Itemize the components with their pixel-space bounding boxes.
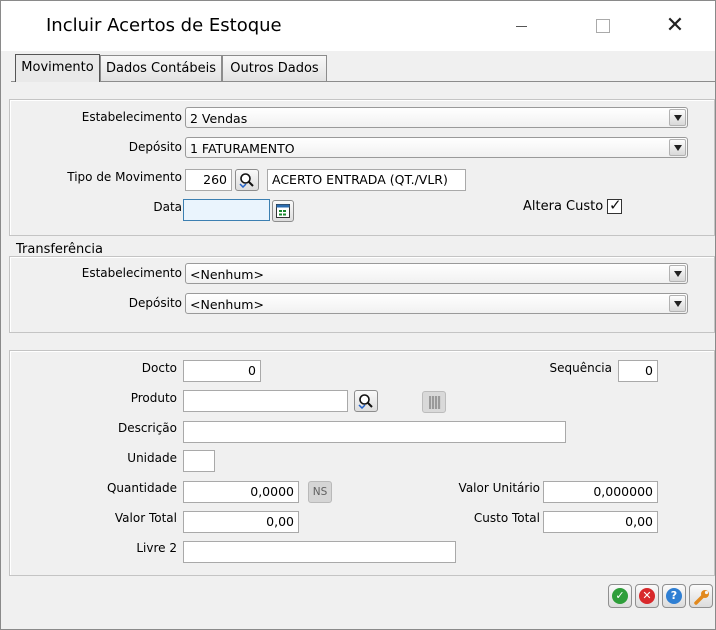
transferencia-deposito-select[interactable]: <Nenhum> [185, 293, 688, 314]
tools-button[interactable] [689, 584, 713, 608]
valor-total-input[interactable]: 0,00 [183, 511, 299, 533]
chevron-down-icon[interactable] [669, 139, 686, 156]
altera-custo-checkbox[interactable]: ✓ [607, 196, 622, 214]
descricao-input[interactable] [183, 421, 566, 443]
tipo-movimento-search-button[interactable] [235, 169, 259, 191]
window-title: Incluir Acertos de Estoque [46, 15, 282, 36]
cancel-icon: ✕ [639, 588, 655, 604]
livre2-input[interactable] [183, 541, 456, 563]
docto-input[interactable]: 0 [183, 360, 261, 382]
transferencia-estabelecimento-label: Estabelecimento [81, 266, 182, 280]
ok-button[interactable]: ✓ [608, 584, 632, 608]
valor-total-label: Valor Total [114, 511, 177, 525]
tab-movimento[interactable]: Movimento [15, 54, 100, 82]
close-button[interactable]: ✕ [655, 11, 695, 41]
minimize-button[interactable] [501, 11, 541, 41]
title-bar: Incluir Acertos de Estoque ✕ [1, 1, 715, 51]
help-button[interactable]: ? [662, 584, 686, 608]
produto-input[interactable] [183, 390, 348, 412]
dialog-window: Incluir Acertos de Estoque ✕ Movimento D… [0, 0, 716, 630]
estabelecimento-value: 2 Vendas [190, 111, 248, 126]
calendar-button[interactable] [272, 200, 294, 222]
transferencia-title: Transferência [16, 242, 103, 257]
tab-outros-dados[interactable]: Outros Dados [222, 55, 327, 81]
custo-total-label: Custo Total [473, 511, 540, 525]
transferencia-deposito-label: Depósito [128, 296, 182, 310]
minimize-icon [515, 25, 527, 27]
livre2-label: Livre 2 [136, 541, 177, 555]
valor-unitario-label: Valor Unitário [458, 481, 540, 495]
transferencia-estabelecimento-value: <Nenhum> [190, 267, 264, 282]
wrench-icon [694, 590, 709, 605]
estabelecimento-label: Estabelecimento [81, 110, 182, 124]
deposito-value: 1 FATURAMENTO [190, 141, 295, 156]
barcode-icon [429, 396, 441, 409]
close-icon: ✕ [665, 13, 685, 38]
maximize-icon [596, 19, 610, 33]
calendar-icon [276, 204, 290, 218]
tipo-movimento-code-input[interactable]: 260 [185, 169, 232, 191]
sequencia-label: Sequência [549, 361, 613, 375]
help-icon: ? [666, 588, 682, 604]
tab-divider [11, 81, 715, 82]
transferencia-estabelecimento-select[interactable]: <Nenhum> [185, 263, 688, 284]
unidade-input[interactable] [183, 450, 215, 472]
ns-button[interactable]: NS [308, 481, 332, 503]
estabelecimento-select[interactable]: 2 Vendas [185, 107, 688, 128]
barcode-button[interactable] [422, 391, 446, 413]
cancel-button[interactable]: ✕ [635, 584, 659, 608]
search-icon [239, 173, 254, 188]
chevron-down-icon[interactable] [669, 265, 686, 282]
chevron-down-icon[interactable] [669, 109, 686, 126]
produto-label: Produto [130, 391, 177, 405]
deposito-select[interactable]: 1 FATURAMENTO [185, 137, 688, 158]
transferencia-deposito-value: <Nenhum> [190, 297, 264, 312]
quantidade-input[interactable]: 0,0000 [183, 481, 299, 503]
tipo-movimento-label: Tipo de Movimento [67, 170, 182, 184]
unidade-label: Unidade [127, 451, 177, 465]
quantidade-label: Quantidade [106, 481, 177, 495]
check-icon: ✓ [612, 588, 628, 604]
tipo-movimento-description: ACERTO ENTRADA (QT./VLR) [267, 169, 466, 191]
tab-dados-contabeis[interactable]: Dados Contábeis [100, 55, 222, 81]
descricao-label: Descrição [117, 421, 177, 435]
produto-search-button[interactable] [354, 390, 378, 412]
data-label: Data [153, 200, 182, 214]
deposito-label: Depósito [128, 140, 182, 154]
custo-total-input[interactable]: 0,00 [543, 511, 658, 533]
check-mark-icon: ✓ [609, 196, 622, 214]
altera-custo-label: Altera Custo [523, 199, 604, 214]
search-icon [358, 394, 373, 409]
sequencia-input[interactable]: 0 [618, 360, 658, 382]
docto-label: Docto [141, 361, 177, 375]
valor-unitario-input[interactable]: 0,000000 [543, 481, 658, 503]
data-input[interactable] [183, 199, 270, 221]
maximize-button[interactable] [583, 11, 623, 41]
chevron-down-icon[interactable] [669, 295, 686, 312]
